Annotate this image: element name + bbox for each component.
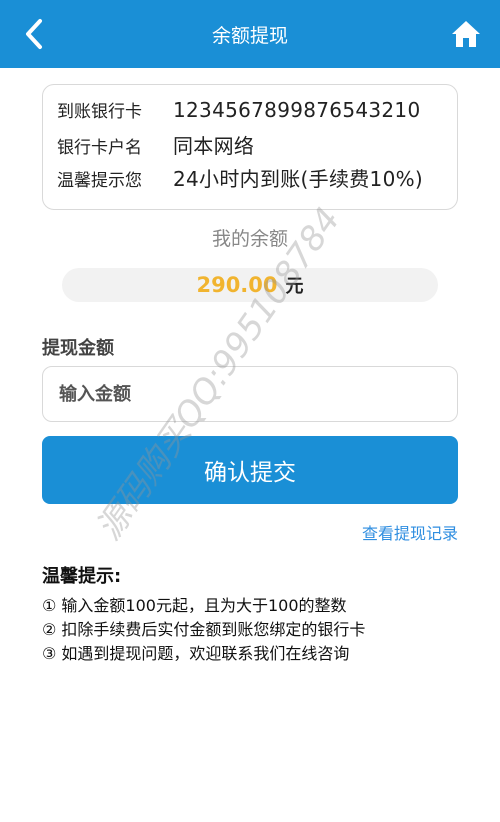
balance-amount: 290.00: [196, 273, 278, 297]
account-holder-label: 银行卡户名: [57, 138, 142, 158]
tip-item: ② 扣除手续费后实付金额到账您绑定的银行卡: [42, 620, 366, 639]
balance-unit: 元: [285, 276, 304, 297]
page-title: 余额提现: [211, 24, 288, 47]
home-icon: [452, 21, 480, 47]
arrival-notice-row: 温馨提示您 24小时内到账(手续费10%): [57, 163, 457, 196]
chevron-left-icon: [26, 19, 42, 49]
withdraw-page: 余额提现 到账银行卡 1234567899876543210 银行卡户名 同本网…: [0, 0, 500, 822]
bank-account-row: 到账银行卡 1234567899876543210: [57, 97, 457, 130]
balance-label: 我的余额: [211, 228, 288, 250]
tips-section: 温馨提示: ① 输入金额100元起，且为大于100的整数 ② 扣除手续费后实付金…: [42, 562, 365, 666]
top-nav-bar: 余额提现: [0, 0, 500, 68]
withdraw-records-link[interactable]: 查看提现记录: [362, 520, 458, 544]
account-holder-value: 同本网络: [173, 134, 255, 158]
withdraw-amount-input[interactable]: [42, 366, 458, 422]
arrival-notice-label: 温馨提示您: [57, 171, 142, 191]
bank-account-label: 到账银行卡: [57, 102, 142, 122]
bank-account-value: 1234567899876543210: [173, 98, 421, 122]
tip-item: ① 输入金额100元起，且为大于100的整数: [42, 596, 347, 615]
balance-display: 290.00 元: [62, 268, 438, 302]
home-button[interactable]: [446, 14, 486, 54]
withdraw-amount-label: 提现金额: [42, 338, 114, 359]
tip-item: ③ 如遇到提现问题，欢迎联系我们在线咨询: [42, 644, 350, 663]
tips-list: ① 输入金额100元起，且为大于100的整数 ② 扣除手续费后实付金额到账您绑定…: [42, 594, 365, 666]
account-holder-row: 银行卡户名 同本网络: [57, 130, 457, 163]
back-button[interactable]: [14, 14, 54, 54]
bank-info-card: 到账银行卡 1234567899876543210 银行卡户名 同本网络 温馨提…: [42, 84, 458, 210]
tips-title: 温馨提示:: [42, 566, 122, 587]
arrival-notice-value: 24小时内到账(手续费10%): [173, 167, 424, 191]
confirm-submit-button[interactable]: 确认提交: [42, 436, 458, 504]
